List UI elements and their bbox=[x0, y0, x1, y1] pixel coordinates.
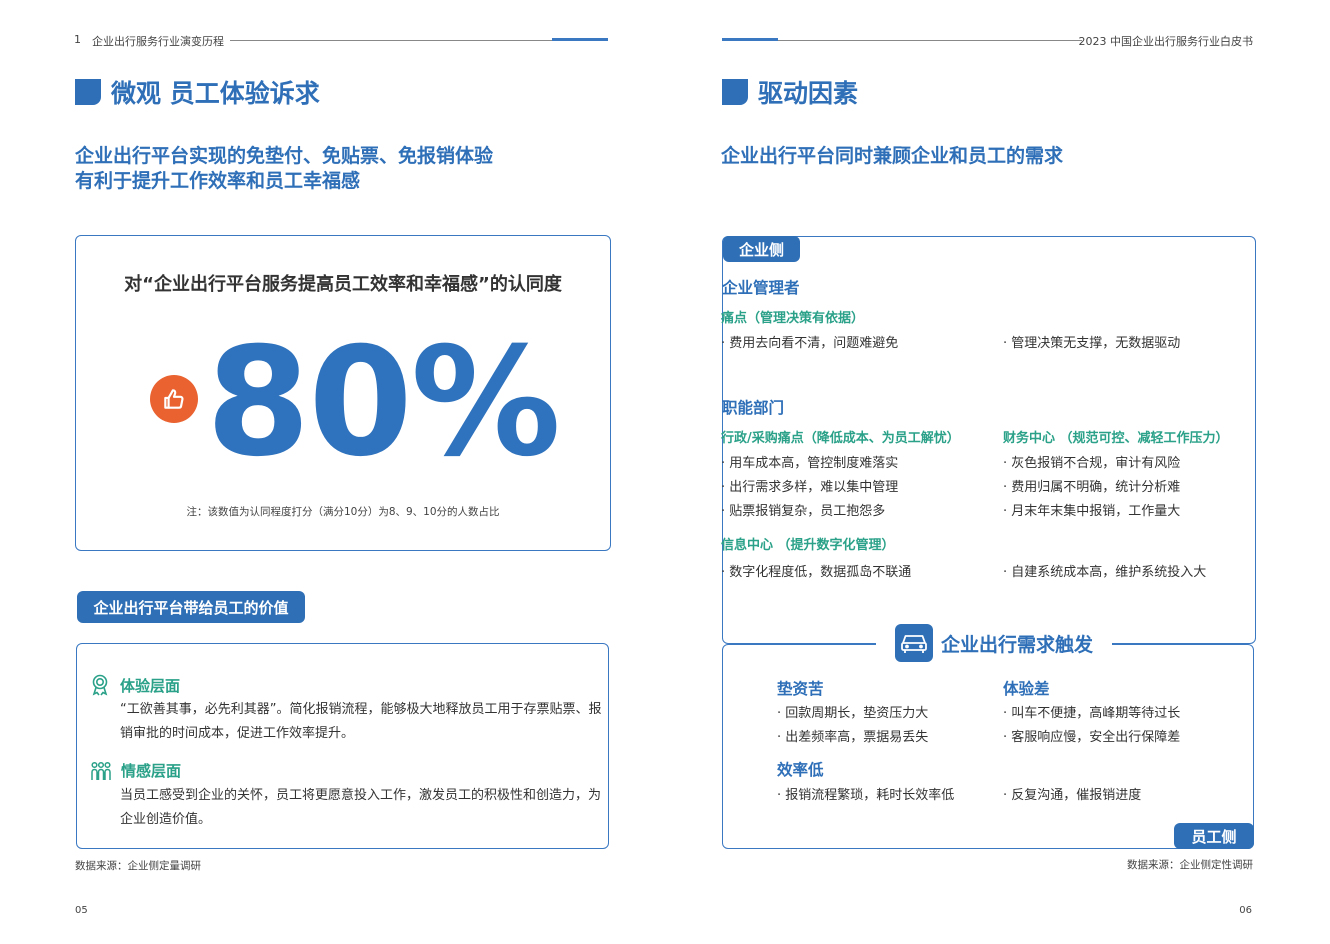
bullet-item: · 数字化程度低，数据孤岛不联通 bbox=[721, 565, 912, 580]
section-title-text: 微观 员工体验诉求 bbox=[111, 79, 320, 108]
bullet-item: · 叫车不便捷，高峰期等待过长 bbox=[1003, 706, 1181, 721]
bullet-item: · 出行需求多样，难以集中管理 bbox=[721, 480, 899, 495]
page-number-left: 05 bbox=[75, 905, 88, 916]
efficiency-title: 效率低 bbox=[777, 761, 824, 779]
car-icon bbox=[894, 624, 933, 662]
trigger-title: 企业出行需求触发 bbox=[940, 633, 1093, 656]
advance-title: 垫资苦 bbox=[777, 680, 824, 698]
employee-pill: 员工侧 bbox=[1174, 823, 1254, 849]
bullet-item: · 用车成本高，管控制度难落实 bbox=[721, 456, 899, 471]
bullet-item: · 贴票报销复杂，员工抱怨多 bbox=[721, 504, 886, 519]
bullet-item: · 出差频率高，票据易丢失 bbox=[777, 730, 929, 745]
level-emotion: 情感层面 bbox=[90, 760, 181, 781]
bullet-item: · 自建系统成本高，维护系统投入大 bbox=[1003, 565, 1207, 580]
level-body: “工欲善其事，必先利其器”。简化报销流程，能够极大地释放员工用于存票贴票、报销审… bbox=[120, 702, 602, 741]
employee-box bbox=[722, 644, 1254, 849]
trigger-dash bbox=[1112, 643, 1130, 645]
stat-question: 对“企业出行平台服务提高员工效率和幸福感”的认同度 bbox=[124, 274, 562, 295]
section-mark bbox=[75, 79, 101, 105]
left-source: 数据来源：企业侧定量调研 bbox=[75, 860, 201, 872]
bullet-item: · 报销流程繁琐，耗时长效率低 bbox=[777, 788, 955, 803]
level-body: 当员工感受到企业的关怀，员工将更愿意投入工作，激发员工的积极性和创造力，为企业创… bbox=[120, 788, 602, 827]
enterprise-pill: 企业侧 bbox=[723, 236, 800, 262]
section-title-left: 微观 员工体验诉求 bbox=[75, 74, 320, 110]
chapter-title: 企业出行服务行业演变历程 bbox=[92, 35, 224, 48]
managers-pain: 痛点（管理决策有依据） bbox=[721, 311, 865, 326]
thumbs-up-icon bbox=[150, 375, 198, 423]
award-icon bbox=[90, 674, 110, 696]
header-accent bbox=[722, 38, 778, 41]
value-pill: 企业出行平台带给员工的价值 bbox=[77, 591, 305, 623]
book-title: 2023 中国企业出行服务行业白皮书 bbox=[1078, 35, 1254, 48]
bullet-item: · 反复沟通，催报销进度 bbox=[1003, 788, 1142, 803]
admin-pain: 行政/采购痛点（降低成本、为员工解忧） bbox=[721, 431, 960, 446]
left-subtitle: 企业出行平台实现的免垫付、免贴票、免报销体验 有利于提升工作效率和员工幸福感 bbox=[75, 144, 493, 194]
section-title-text: 驱动因素 bbox=[758, 79, 859, 108]
chapter-number: 1 bbox=[74, 33, 81, 46]
finance-pain: 财务中心 （规范可控、减轻工作压力） bbox=[1003, 431, 1229, 446]
right-source: 数据来源：企业侧定性调研 bbox=[1127, 859, 1253, 871]
stat-note: 注：该数值为认同程度打分（满分10分）为8、9、10分的人数占比 bbox=[186, 506, 500, 518]
level-title: 情感层面 bbox=[121, 762, 182, 780]
page-number-right: 06 bbox=[1239, 905, 1252, 916]
bullet-item: · 回款周期长，垫资压力大 bbox=[777, 706, 929, 721]
right-subtitle: 企业出行平台同时兼顾企业和员工的需求 bbox=[721, 145, 1064, 167]
bullet-item: · 费用去向看不清，问题难避免 bbox=[721, 336, 899, 351]
people-icon bbox=[90, 761, 112, 781]
section-mark bbox=[722, 79, 748, 105]
header-accent bbox=[552, 38, 608, 41]
bullet-item: · 费用归属不明确，统计分析难 bbox=[1003, 480, 1181, 495]
subtitle-line: 有利于提升工作效率和员工幸福感 bbox=[75, 170, 361, 192]
section-title-right: 驱动因素 bbox=[722, 74, 858, 110]
experience-title: 体验差 bbox=[1003, 680, 1050, 698]
departments-title: 职能部门 bbox=[722, 399, 785, 417]
it-pain: 信息中心 （提升数字化管理） bbox=[721, 538, 895, 553]
level-experience: 体验层面 bbox=[90, 674, 180, 696]
trigger-dash bbox=[858, 643, 876, 645]
bullet-item: · 客服响应慢，安全出行保障差 bbox=[1003, 730, 1181, 745]
bullet-item: · 月末年末集中报销，工作量大 bbox=[1003, 504, 1181, 519]
bullet-item: · 管理决策无支撑，无数据驱动 bbox=[1003, 336, 1181, 351]
trigger-label: 企业出行需求触发 bbox=[876, 620, 1112, 666]
managers-title: 企业管理者 bbox=[722, 279, 800, 297]
stat-value: 80% bbox=[206, 316, 561, 490]
level-title: 体验层面 bbox=[120, 676, 181, 695]
subtitle-line: 企业出行平台实现的免垫付、免贴票、免报销体验 bbox=[75, 145, 494, 167]
bullet-item: · 灰色报销不合规，审计有风险 bbox=[1003, 456, 1181, 471]
